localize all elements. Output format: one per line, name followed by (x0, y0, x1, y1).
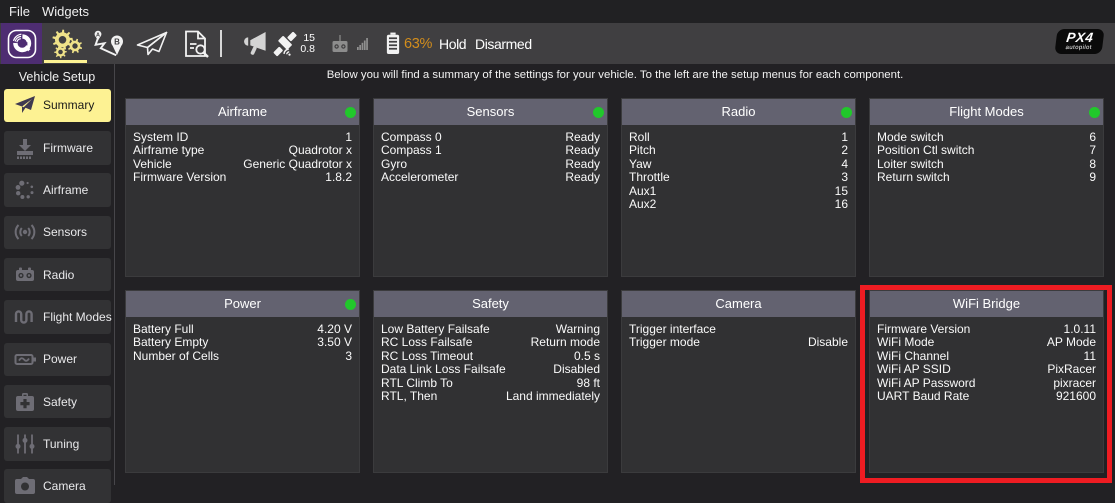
svg-text:A: A (96, 32, 100, 38)
svg-text:B: B (114, 37, 120, 46)
